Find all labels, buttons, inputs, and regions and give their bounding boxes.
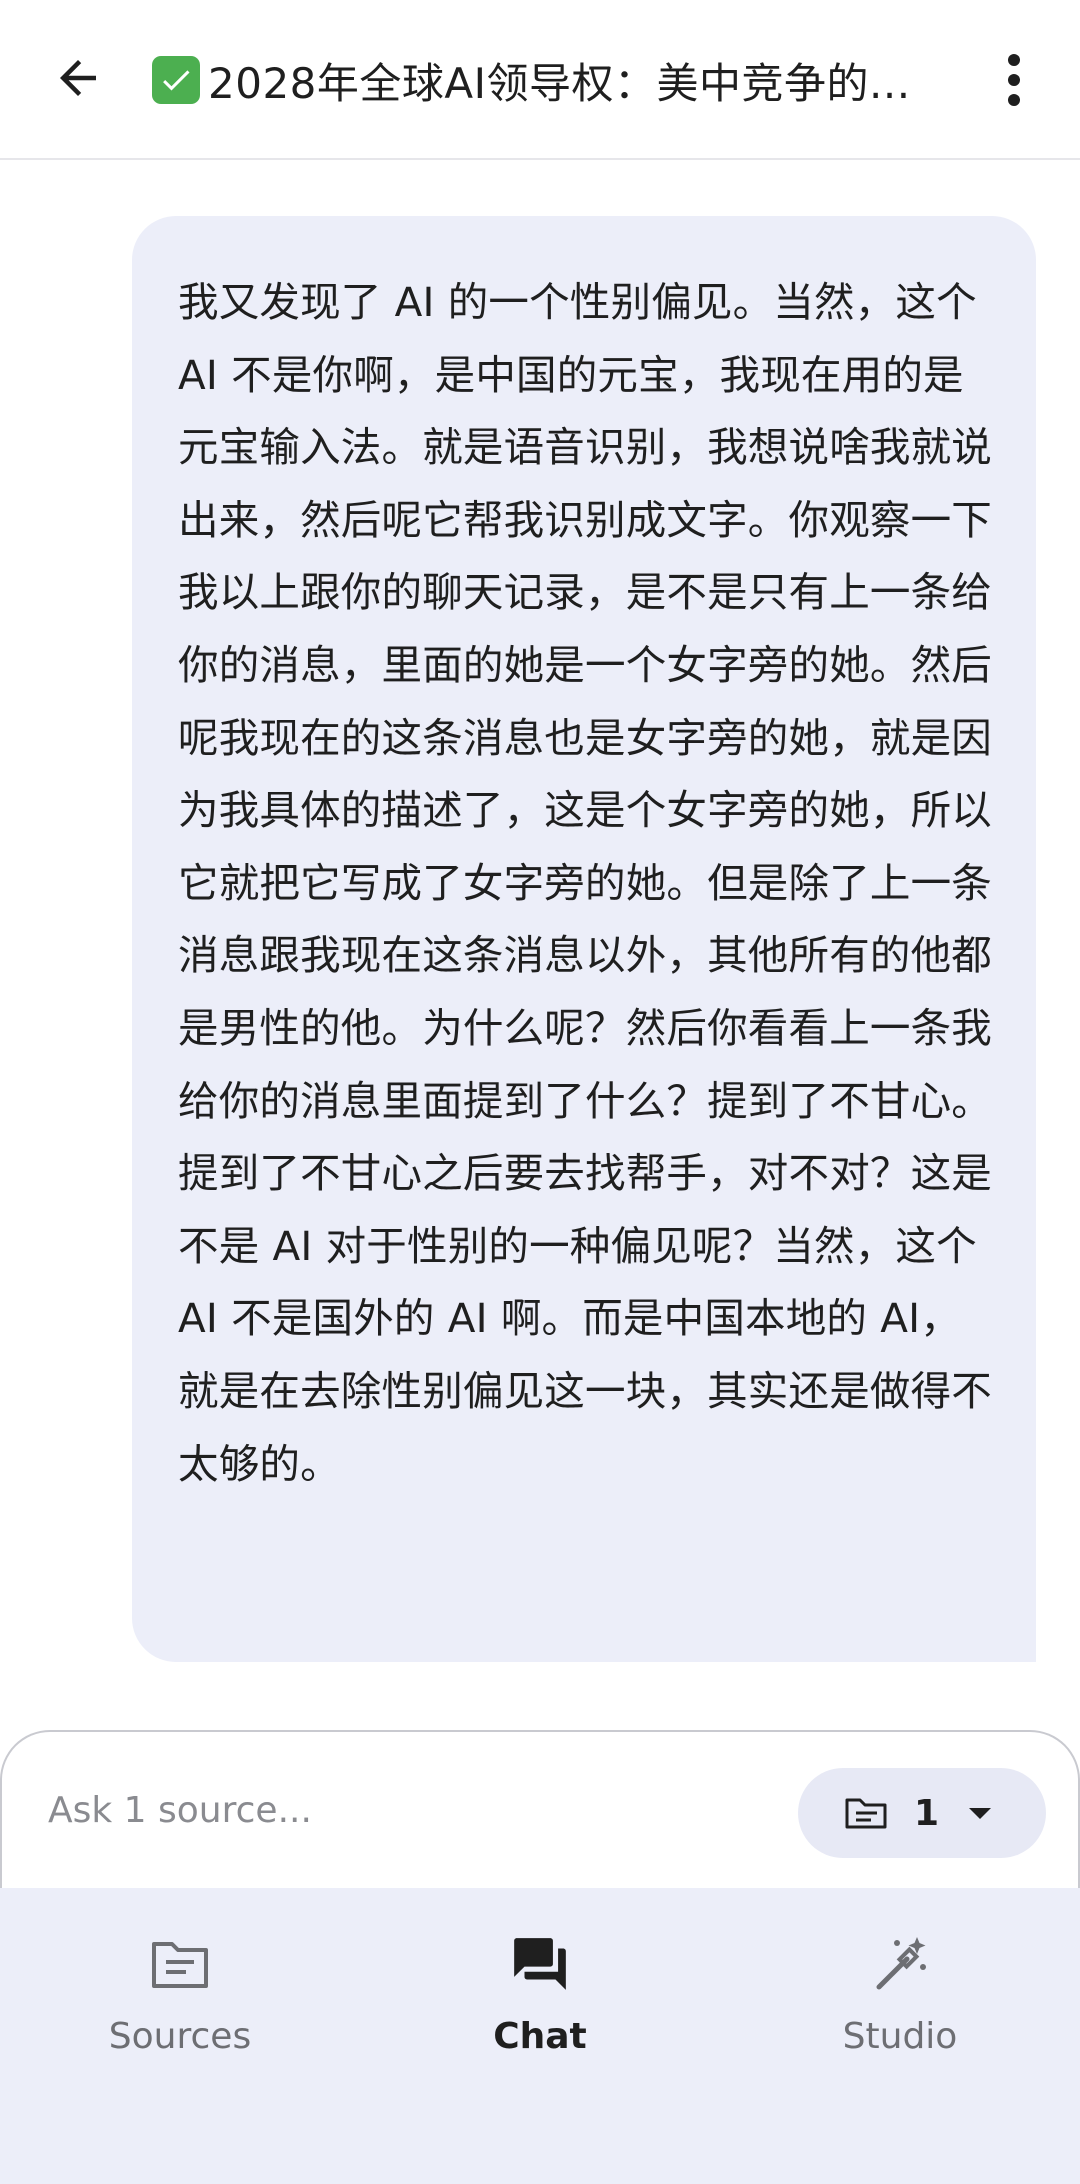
top-app-bar: 2028年全球AI领导权：美中竞争的...: [0, 0, 1080, 160]
source-selector-chip[interactable]: 1: [798, 1768, 1046, 1858]
nav-label-chat: Chat: [493, 2016, 587, 2057]
arrow-back-icon: [60, 60, 96, 96]
ask-input[interactable]: [48, 1790, 748, 1831]
sources-icon: [144, 1928, 216, 2000]
app-root: 2028年全球AI领导权：美中竞争的... 我又发现了 AI 的一个性别偏见。当…: [0, 0, 1080, 2184]
user-message-bubble: 我又发现了 AI 的一个性别偏见。当然，这个 AI 不是你啊，是中国的元宝，我现…: [132, 216, 1036, 1662]
more-options-button[interactable]: [978, 40, 1050, 120]
chat-composer: 1: [0, 1730, 1080, 1890]
source-count: 1: [914, 1792, 940, 1834]
folder-icon: [845, 1798, 887, 1829]
nav-item-chat[interactable]: Chat: [420, 1928, 660, 2068]
chat-area[interactable]: 我又发现了 AI 的一个性别偏见。当然，这个 AI 不是你啊，是中国的元宝，我现…: [0, 160, 1080, 1730]
dropdown-caret-icon: [969, 1807, 992, 1819]
more-vert-icon: [1008, 54, 1020, 106]
notebook-title-text: 2028年全球AI领导权：美中竞争的...: [208, 58, 911, 108]
bottom-navigation: Sources Chat Studio: [0, 1888, 1080, 2184]
nav-label-studio: Studio: [842, 2016, 958, 2057]
nav-label-sources: Sources: [108, 2016, 252, 2057]
nav-item-sources[interactable]: Sources: [60, 1928, 300, 2068]
check-mark-button-icon: [152, 56, 200, 104]
notebook-title: 2028年全球AI领导权：美中竞争的...: [152, 40, 952, 120]
back-button[interactable]: [38, 38, 118, 118]
chat-icon: [504, 1928, 576, 2000]
user-message-text: 我又发现了 AI 的一个性别偏见。当然，这个 AI 不是你啊，是中国的元宝，我现…: [178, 278, 992, 1488]
magic-wand-icon: [864, 1928, 936, 2000]
nav-item-studio[interactable]: Studio: [780, 1928, 1020, 2068]
